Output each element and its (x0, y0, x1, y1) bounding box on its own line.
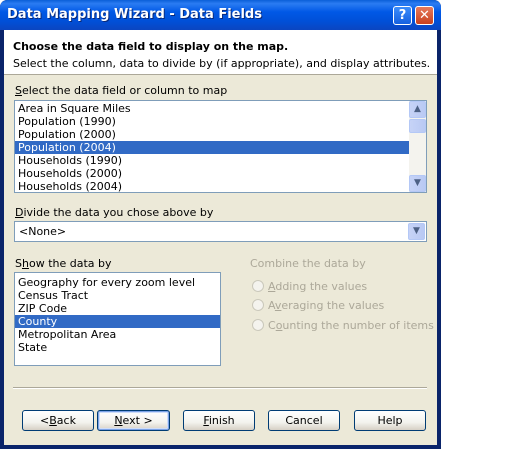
dialog-body: Choose the data field to display on the … (4, 30, 437, 445)
list-item[interactable]: Households (2004) (15, 180, 410, 192)
title-bar[interactable]: Data Mapping Wizard - Data Fields ? ✕ (0, 0, 441, 30)
list-item[interactable]: Geography for every zoom level (15, 276, 220, 289)
list-item[interactable]: County (15, 315, 220, 328)
chevron-down-icon: ▼ (414, 178, 421, 188)
divide-by-label: Divide the data you chose above by (15, 206, 214, 219)
list-item[interactable]: Population (2000) (15, 128, 410, 141)
divide-by-value: <None> (19, 225, 67, 238)
chevron-down-icon: ▼ (413, 226, 420, 236)
window-title: Data Mapping Wizard - Data Fields (7, 7, 262, 22)
close-title-button[interactable]: ✕ (415, 6, 434, 25)
close-icon: ✕ (419, 8, 430, 23)
field-list-label: Select the data field or column to map (15, 84, 228, 97)
help-button[interactable]: Help (354, 410, 426, 431)
field-list-scrollbar[interactable]: ▲ ▼ (409, 101, 426, 192)
radio-circle[interactable] (252, 280, 264, 292)
back-button[interactable]: <Back (22, 410, 94, 431)
scroll-thumb[interactable] (409, 119, 426, 133)
header-title: Choose the data field to display on the … (13, 40, 289, 53)
list-item[interactable]: Census Tract (15, 289, 220, 302)
wizard-window: Data Mapping Wizard - Data Fields ? ✕ Ch… (0, 0, 441, 449)
show-by-listbox[interactable]: Geography for every zoom level Census Tr… (14, 272, 221, 366)
wizard-header: Choose the data field to display on the … (4, 30, 437, 75)
scroll-up-button[interactable]: ▲ (409, 101, 426, 118)
combine-label: Combine the data by (250, 257, 366, 270)
list-item[interactable]: Metropolitan Area (15, 328, 220, 341)
radio-averaging[interactable]: Averaging the values (252, 299, 432, 313)
radio-counting[interactable]: Counting the number of items (252, 319, 434, 333)
list-item[interactable]: ZIP Code (15, 302, 220, 315)
radio-circle[interactable] (252, 319, 264, 331)
field-listbox[interactable]: Area in Square Miles Population (1990) P… (14, 100, 427, 193)
help-title-button[interactable]: ? (393, 6, 412, 25)
list-item[interactable]: Households (2000) (15, 167, 410, 180)
finish-button[interactable]: Finish (183, 410, 255, 431)
question-icon: ? (398, 8, 407, 23)
list-item[interactable]: Population (2004) (15, 141, 410, 154)
button-separator (13, 387, 427, 389)
divide-by-dropdown[interactable]: <None> ▼ (14, 221, 427, 242)
list-item[interactable]: Population (1990) (15, 115, 410, 128)
header-subtitle: Select the column, data to divide by (if… (13, 57, 431, 70)
dropdown-button[interactable]: ▼ (408, 223, 425, 240)
list-item[interactable]: Area in Square Miles (15, 102, 410, 115)
next-button[interactable]: Next > (97, 410, 170, 431)
chevron-up-icon: ▲ (414, 104, 421, 114)
scroll-down-button[interactable]: ▼ (409, 175, 426, 192)
cancel-button[interactable]: Cancel (268, 410, 340, 431)
list-item[interactable]: Households (1990) (15, 154, 410, 167)
show-by-label: Show the data by (15, 257, 112, 270)
radio-circle[interactable] (252, 299, 264, 311)
list-item[interactable]: State (15, 341, 220, 354)
radio-adding[interactable]: Adding the values (252, 280, 432, 294)
